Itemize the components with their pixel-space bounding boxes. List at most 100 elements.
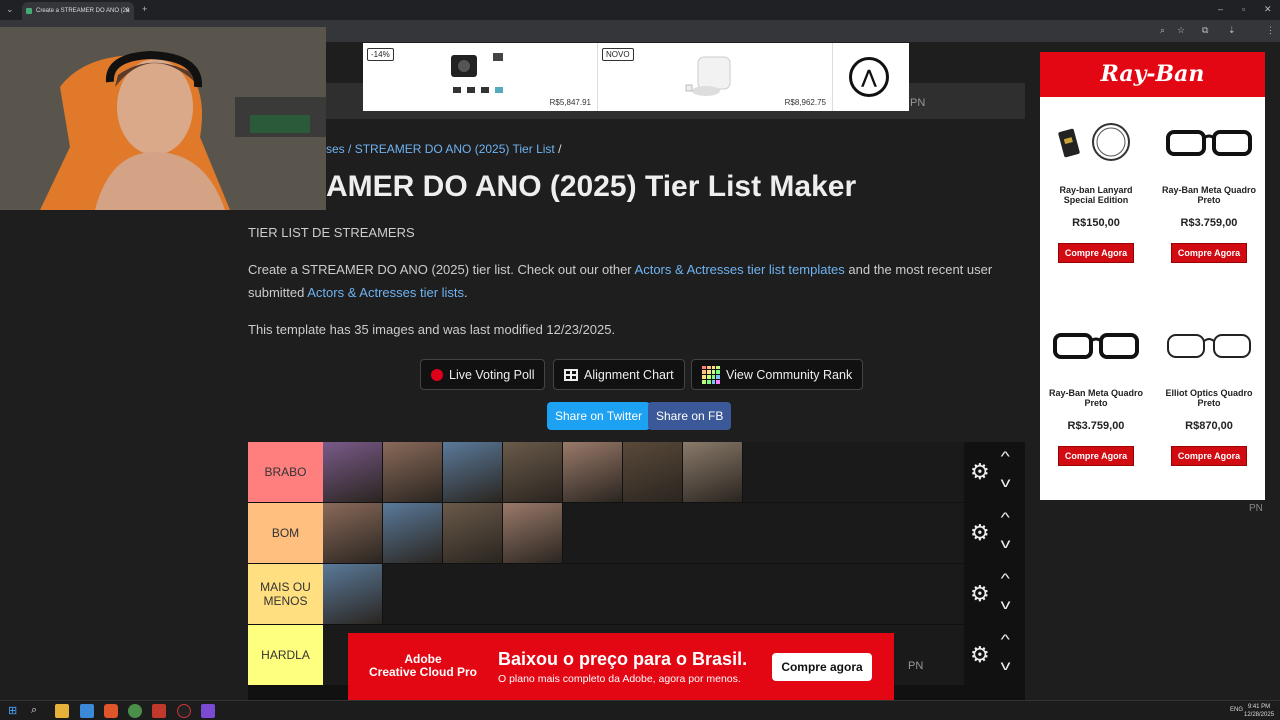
tab-close-icon[interactable]: × bbox=[125, 6, 130, 15]
streamer-image[interactable] bbox=[443, 503, 503, 563]
gear-icon[interactable]: ⚙ bbox=[970, 520, 990, 546]
glasses-product-icon bbox=[1167, 334, 1251, 358]
page-title: AMER DO ANO (2025) Tier List Maker bbox=[326, 170, 857, 203]
tier-lists-link[interactable]: Actors & Actresses tier lists bbox=[307, 285, 464, 300]
rayban-product-3[interactable]: Ray-Ban Meta Quadro Preto R$3.759,00 Com… bbox=[1040, 305, 1152, 466]
tier-label[interactable]: BRABO bbox=[248, 442, 323, 502]
tier-row: MAIS OU MENOS ⚙ ^ v bbox=[248, 564, 1025, 624]
chevron-up-icon[interactable]: ^ bbox=[1001, 570, 1010, 586]
ad-product-camera[interactable]: -14% R$5,847.91 bbox=[363, 43, 598, 111]
tier-row: BOM ⚙ ^ v bbox=[248, 503, 1025, 563]
streamer-image[interactable] bbox=[563, 442, 623, 502]
tab-search-icon[interactable]: ⌄ bbox=[6, 4, 14, 15]
tier-grid-icon bbox=[702, 365, 720, 384]
app-icon[interactable] bbox=[152, 704, 166, 718]
grid-icon bbox=[564, 368, 578, 381]
tier-controls: ⚙ ^ v bbox=[964, 442, 1025, 502]
twitch-icon[interactable] bbox=[201, 704, 215, 718]
obs-icon[interactable] bbox=[177, 704, 191, 718]
gear-icon[interactable]: ⚙ bbox=[970, 642, 990, 668]
downloads-icon[interactable]: ⇣ bbox=[1228, 25, 1236, 36]
product-name: Ray-Ban Meta Quadro Preto bbox=[1161, 185, 1257, 205]
store-icon[interactable] bbox=[80, 704, 94, 718]
chevron-up-icon[interactable]: ^ bbox=[1001, 509, 1010, 525]
streamer-image[interactable] bbox=[503, 503, 563, 563]
chevron-down-icon[interactable]: v bbox=[1001, 657, 1011, 673]
share-fb-button[interactable]: Share on FB bbox=[648, 402, 732, 430]
new-tab-icon[interactable]: + bbox=[142, 4, 147, 14]
rayban-product-4[interactable]: Elliot Optics Quadro Preto R$870,00 Comp… bbox=[1153, 305, 1265, 466]
buy-button[interactable]: Compre Agora bbox=[1057, 446, 1135, 466]
community-rank-button[interactable]: View Community Rank bbox=[691, 359, 864, 390]
search-icon[interactable]: ⌕ bbox=[31, 704, 45, 718]
breadcrumb-prefix: ses / bbox=[326, 142, 352, 156]
language-indicator[interactable]: ENG bbox=[1230, 707, 1243, 713]
templates-link[interactable]: Actors & Actresses tier list templates bbox=[635, 262, 845, 277]
chevron-down-icon[interactable]: v bbox=[1001, 596, 1011, 612]
live-voting-button[interactable]: Live Voting Poll bbox=[420, 359, 546, 390]
chevron-up-icon[interactable]: ^ bbox=[1001, 631, 1010, 647]
chevron-up-icon[interactable]: ^ bbox=[1001, 448, 1010, 464]
streamer-image[interactable] bbox=[323, 564, 383, 624]
browser-tab-bar: ⌄ Create a STREAMER DO ANO (20 × + – ▫ ✕ bbox=[0, 0, 1280, 20]
minimize-icon[interactable]: – bbox=[1218, 4, 1223, 14]
gear-icon[interactable]: ⚙ bbox=[970, 459, 990, 485]
tier-items[interactable] bbox=[323, 564, 964, 624]
tier-controls: ⚙ ^ v bbox=[964, 503, 1025, 563]
streamer-image[interactable] bbox=[323, 442, 383, 502]
streamer-image[interactable] bbox=[383, 442, 443, 502]
streamer-image[interactable] bbox=[503, 442, 563, 502]
rayban-logo[interactable]: Ray-Ban bbox=[1040, 52, 1265, 97]
ad-product-robot[interactable]: NOVO R$8,962.75 bbox=[598, 43, 833, 111]
buy-button[interactable]: Compre Agora bbox=[1057, 243, 1135, 263]
browser-tab[interactable]: Create a STREAMER DO ANO (20 × bbox=[22, 2, 134, 20]
tier-label[interactable]: BOM bbox=[248, 503, 323, 563]
system-clock[interactable]: 9:41 PM 12/28/2025 bbox=[1244, 703, 1274, 719]
zoom-icon[interactable]: ⌕ bbox=[1160, 25, 1165, 36]
product-price: R$870,00 bbox=[1185, 420, 1233, 432]
top-ad-banner[interactable]: -14% R$5,847.91 NOVO R$8,962.75 ⋀ bbox=[363, 43, 909, 111]
bookmark-star-icon[interactable]: ☆ bbox=[1177, 25, 1185, 36]
tier-items[interactable] bbox=[323, 503, 964, 563]
tier-label[interactable]: MAIS OU MENOS bbox=[248, 564, 323, 624]
breadcrumb-current[interactable]: STREAMER DO ANO (2025) Tier List bbox=[355, 142, 555, 156]
rayban-product-1[interactable]: Ray-ban Lanyard Special Edition R$150,00… bbox=[1040, 102, 1152, 263]
buy-button[interactable]: Compre Agora bbox=[1170, 243, 1248, 263]
tier-controls: ⚙ ^ v bbox=[964, 625, 1025, 685]
maximize-icon[interactable]: ▫ bbox=[1242, 4, 1245, 14]
chrome-icon[interactable] bbox=[128, 704, 142, 718]
start-icon[interactable]: ⊞ bbox=[8, 704, 22, 718]
ad-discount-badge: -14% bbox=[367, 48, 394, 61]
product-name: Elliot Optics Quadro Preto bbox=[1165, 388, 1253, 408]
ad-price: R$8,962.75 bbox=[784, 98, 826, 107]
rayban-side-ad[interactable]: Ray-Ban Ray-ban Lanyard Special Edition … bbox=[1040, 52, 1265, 500]
glasses-product-icon bbox=[1166, 130, 1252, 156]
streamer-image[interactable] bbox=[323, 503, 383, 563]
chevron-down-icon[interactable]: v bbox=[1001, 535, 1011, 551]
extensions-icon[interactable]: ⧉ bbox=[1202, 25, 1208, 36]
brave-icon[interactable] bbox=[104, 704, 118, 718]
browser-menu-icon[interactable]: ⋮ bbox=[1266, 25, 1275, 36]
streamer-image[interactable] bbox=[623, 442, 683, 502]
tier-controls: ⚙ ^ v bbox=[964, 564, 1025, 624]
chevron-down-icon[interactable]: v bbox=[1001, 474, 1011, 490]
favicon-icon bbox=[26, 8, 32, 14]
ad-brand-cell[interactable]: ⋀ bbox=[833, 43, 909, 111]
tier-items[interactable] bbox=[323, 442, 964, 502]
alignment-chart-button[interactable]: Alignment Chart bbox=[553, 359, 685, 390]
tier-label[interactable]: HARDLA bbox=[248, 625, 323, 685]
camera-product-icon bbox=[451, 53, 503, 93]
share-twitter-button[interactable]: Share on Twitter bbox=[547, 402, 651, 430]
streamer-image[interactable] bbox=[383, 503, 443, 563]
gear-icon[interactable]: ⚙ bbox=[970, 581, 990, 607]
rayban-product-2[interactable]: Ray-Ban Meta Quadro Preto R$3.759,00 Com… bbox=[1153, 102, 1265, 263]
window-close-icon[interactable]: ✕ bbox=[1264, 4, 1272, 15]
streamer-image[interactable] bbox=[683, 442, 743, 502]
adobe-buy-button[interactable]: Compre agora bbox=[772, 653, 872, 681]
adobe-subline: O plano mais completo da Adobe, agora po… bbox=[498, 673, 741, 685]
file-explorer-icon[interactable] bbox=[55, 704, 69, 718]
buy-button[interactable]: Compre Agora bbox=[1170, 446, 1248, 466]
adobe-bottom-ad[interactable]: Adobe Creative Cloud Pro Baixou o preço … bbox=[348, 633, 894, 700]
adobe-brand: Adobe Creative Cloud Pro bbox=[368, 652, 478, 679]
streamer-image[interactable] bbox=[443, 442, 503, 502]
